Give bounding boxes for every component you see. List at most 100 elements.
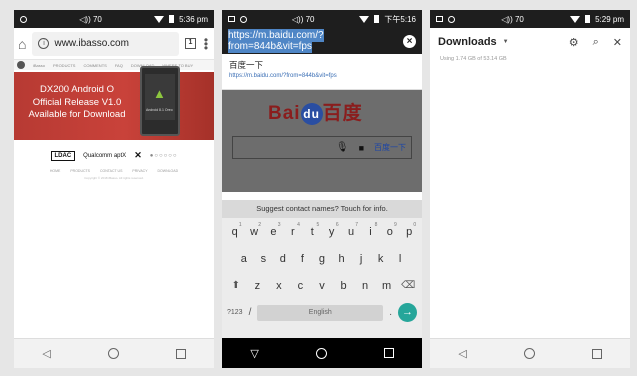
footer-link[interactable]: PRIVACY <box>132 169 147 173</box>
device-screen-text: Android 8.1 Oreo <box>146 108 173 112</box>
tabs-icon[interactable]: 1 <box>185 38 196 49</box>
space-key[interactable]: English <box>257 304 384 321</box>
key[interactable]: j <box>352 253 370 265</box>
copyright: Copyright © 2018 iBasso. All rights rese… <box>84 176 144 180</box>
go-icon[interactable]: → <box>398 303 417 322</box>
back-icon[interactable]: ◁ <box>42 347 50 360</box>
banner-line-1: DX200 Android O <box>40 84 114 95</box>
back-icon[interactable]: ▽ <box>250 347 258 360</box>
key[interactable]: 6y <box>323 222 341 238</box>
key[interactable]: x <box>270 280 288 292</box>
recents-icon[interactable] <box>591 348 602 359</box>
home-nav-icon[interactable] <box>523 348 535 359</box>
search-icon[interactable]: ⌕ <box>593 36 599 49</box>
keyboard-suggestion-strip[interactable]: Suggest contact names? Touch for info. <box>222 200 422 218</box>
key[interactable]: m <box>378 280 396 292</box>
period-key[interactable]: . <box>389 307 392 318</box>
nav-bar: ◁ <box>430 338 630 368</box>
notification-icon <box>20 15 27 23</box>
downloads-filter-dropdown[interactable]: Downloads ▼ <box>438 36 509 48</box>
backspace-icon[interactable]: ⌫ <box>399 280 417 291</box>
key[interactable]: d <box>274 253 292 265</box>
wifi-icon <box>570 15 581 23</box>
nav-bar: ◁ <box>14 338 214 368</box>
site-nav-faq[interactable]: FAQ <box>115 63 123 68</box>
banner-line-3: Available for Download <box>28 109 126 120</box>
key[interactable]: a <box>235 253 253 265</box>
qualcomm-badge: Qualcomm aptX <box>83 152 127 159</box>
clear-icon[interactable]: × <box>403 34 416 48</box>
close-icon[interactable]: ✕ <box>613 36 622 49</box>
home-icon[interactable]: ⌂ <box>18 36 26 52</box>
carousel-dots[interactable]: ●○○○○○ <box>150 153 178 159</box>
recents-icon[interactable] <box>175 348 186 359</box>
promo-banner[interactable]: DX200 Android O Official Release V1.0 Av… <box>14 66 214 140</box>
key[interactable]: s <box>254 253 272 265</box>
info-icon[interactable]: i <box>38 38 50 49</box>
notification-icon <box>228 16 235 22</box>
key[interactable]: 4r <box>284 222 302 238</box>
ldac-badge: LDAC <box>50 150 76 161</box>
footer-link[interactable]: PRODUCTS <box>70 169 90 173</box>
status-time: 下午5:16 <box>384 14 416 24</box>
home-nav-icon[interactable] <box>315 347 327 359</box>
key[interactable]: 7u <box>342 222 360 238</box>
key[interactable]: 9o <box>381 222 399 238</box>
footer-link[interactable]: CONTACT US <box>100 169 122 173</box>
baidu-logo: Bai du 百度 <box>268 98 363 125</box>
url-suggestion[interactable]: 百度一下 https://m.baidu.com/?from=844b&vit=… <box>222 54 422 90</box>
footer-link[interactable]: DOWNLOAD <box>158 169 179 173</box>
key[interactable]: 5t <box>303 222 321 238</box>
notification-icon <box>436 16 443 22</box>
menu-icon[interactable]: • • • <box>202 34 210 54</box>
site-logo-icon[interactable] <box>17 61 25 69</box>
back-icon[interactable]: ◁ <box>458 347 466 360</box>
site-nav-comments[interactable]: COMMENTS <box>83 63 106 68</box>
key[interactable]: v <box>313 280 331 292</box>
address-text: www.ibasso.com <box>54 38 129 49</box>
browser-toolbar: ⌂ i www.ibasso.com 1 • • • <box>14 28 214 60</box>
footer-link[interactable]: HOME <box>50 169 61 173</box>
home-nav-icon[interactable] <box>107 348 119 359</box>
key[interactable]: c <box>291 280 309 292</box>
phone-baidu-keyboard: ◁)) 70 下午5:16 https://m.baidu.com/?from=… <box>222 10 422 368</box>
keyboard-row-1: 1q 2w 3e 4r 5t 6y 7u 8i 9o 0p <box>222 218 422 245</box>
key[interactable]: 2w <box>245 222 263 238</box>
status-time: 5:29 pm <box>595 14 625 24</box>
key[interactable]: f <box>293 253 311 265</box>
key[interactable]: n <box>356 280 374 292</box>
baidu-page-dimmed: Bai du 百度 🎙 ■ 百度一下 <box>222 90 422 192</box>
key[interactable]: 0p <box>400 222 418 238</box>
shift-icon[interactable]: ⬆ <box>227 280 245 291</box>
key[interactable]: 3e <box>264 222 282 238</box>
settings-icon[interactable]: ⚙ <box>569 36 579 49</box>
slash-key[interactable]: / <box>249 307 252 318</box>
key[interactable]: 8i <box>361 222 379 238</box>
recents-icon[interactable] <box>383 348 394 358</box>
baidu-search-button[interactable]: 百度一下 <box>374 142 406 153</box>
battery-icon <box>374 15 380 23</box>
notification-icon <box>448 15 455 23</box>
key[interactable]: h <box>333 253 351 265</box>
suggestion-url: https://m.baidu.com/?from=844b&vit=fps <box>229 73 337 79</box>
key[interactable]: 1q <box>226 222 244 238</box>
mic-icon[interactable]: 🎙 <box>336 142 349 153</box>
site-nav-products[interactable]: PRODUCTS <box>53 63 75 68</box>
key[interactable]: k <box>372 253 390 265</box>
address-bar[interactable]: i www.ibasso.com <box>32 31 179 56</box>
address-input[interactable]: https://m.baidu.com/?from=844b&vit=fps <box>228 29 397 53</box>
camera-icon[interactable]: ■ <box>359 143 364 153</box>
keyboard-row-3: ⬆ z x c v b n m ⌫ <box>222 272 422 299</box>
key[interactable]: g <box>313 253 331 265</box>
site-logo-text: iBasso <box>33 62 46 68</box>
x-logo-icon: ✕ <box>134 150 142 160</box>
volume-indicator: ◁)) 70 <box>79 14 102 24</box>
battery-icon <box>585 15 591 23</box>
symbols-key[interactable]: ?123 <box>227 309 243 316</box>
key[interactable]: b <box>335 280 353 292</box>
address-bar-editing[interactable]: https://m.baidu.com/?from=844b&vit=fps × <box>222 28 422 54</box>
baidu-search-box[interactable]: 🎙 ■ 百度一下 <box>232 136 412 159</box>
keyboard: Suggest contact names? Touch for info. 1… <box>222 200 422 338</box>
key[interactable]: z <box>248 280 266 292</box>
key[interactable]: l <box>391 253 409 265</box>
